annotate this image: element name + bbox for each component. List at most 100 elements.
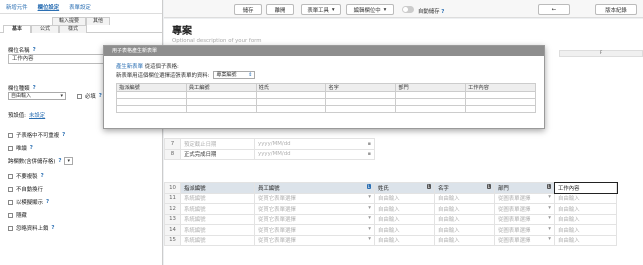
help-icon[interactable]: ? <box>46 199 49 205</box>
option-label: 隱藏 <box>16 213 27 219</box>
table-cell <box>185 91 257 99</box>
tab-basic[interactable]: 基本 <box>3 24 32 33</box>
table-cell[interactable]: 自由輸入 <box>434 213 495 225</box>
table-cell[interactable]: 系統編號 <box>180 213 255 225</box>
table-cell[interactable]: 從貫它表單選擇 ▾ <box>254 192 375 204</box>
table-cell[interactable]: 系統編號 <box>180 192 255 204</box>
source-field-select[interactable]: 專案編號 ⇕ <box>213 71 256 79</box>
table-cell[interactable]: 從圖表單選擇 ▾ <box>494 234 555 246</box>
table-cell[interactable]: 自由輸入 <box>374 224 435 236</box>
option-checkbox[interactable] <box>8 199 13 205</box>
option-checkbox[interactable] <box>8 145 13 151</box>
tab-formula[interactable]: 公式 <box>31 24 60 33</box>
tab-style[interactable]: 樣式 <box>59 24 88 33</box>
field-settings-panel: 新增元件 欄位設定 表單設定 輸入提要 其他 基本 公式 樣式 欄位名稱? 工作… <box>0 0 163 265</box>
subtable-header-cell[interactable]: 名字 L <box>434 182 495 194</box>
option-checkbox[interactable] <box>8 132 13 138</box>
dialog-col-header: 指派編號 <box>116 83 187 92</box>
calendar-icon: ▪ <box>367 151 371 158</box>
table-cell[interactable]: 自由輸入 <box>554 224 617 236</box>
table-cell <box>465 91 536 99</box>
table-cell[interactable]: 自由輸入 <box>554 192 617 204</box>
subtable-header-cell-selected[interactable]: 工作內容 <box>553 181 618 194</box>
required-checkbox[interactable] <box>77 93 82 99</box>
cell-text: 從貫它表單選擇 <box>258 206 296 213</box>
form-title[interactable]: 專案 <box>172 22 192 37</box>
table-row <box>116 105 536 113</box>
table-cell[interactable]: 系統編號 <box>180 224 255 236</box>
subtable-header-cell[interactable]: 員工編號 L <box>254 182 375 194</box>
field-name-row: 欄位名稱? <box>8 46 36 54</box>
column-header-f[interactable]: F <box>559 50 643 57</box>
help-icon[interactable]: ? <box>58 158 61 164</box>
help-icon[interactable]: ? <box>51 225 54 231</box>
auto-save-toggle[interactable] <box>402 6 414 13</box>
field-label-cell[interactable]: 正式完成日期 <box>180 148 255 160</box>
option-row: 子表格中不可重複? <box>8 131 65 139</box>
version-history-button[interactable]: 版本紀錄 <box>595 4 637 15</box>
edit-field-button[interactable]: 編輯欄位中 ▾ <box>346 4 394 15</box>
date-input-cell[interactable]: yyyy/MM/dd ▪ <box>254 138 375 150</box>
table-cell[interactable]: 自由輸入 <box>374 203 435 215</box>
table-cell[interactable]: 從圖表單選擇 ▾ <box>494 213 555 225</box>
table-cell[interactable]: 從圖表單選擇 ▾ <box>494 203 555 215</box>
table-cell[interactable]: 自由輸入 <box>434 224 495 236</box>
table-cell[interactable]: 自由輸入 <box>554 213 617 225</box>
field-label-cell[interactable]: 預定截止日期 <box>180 138 255 150</box>
tab-add-component[interactable]: 新增元件 <box>6 3 28 11</box>
source-field-value: 專案編號 <box>216 72 237 78</box>
subtable-header-cell[interactable]: 姓氏 L <box>374 182 435 194</box>
help-icon[interactable]: ? <box>33 85 36 91</box>
field-type-select[interactable]: 自由輸入 ▾ <box>8 92 66 100</box>
form-description[interactable]: Optional description of your form <box>172 38 262 44</box>
help-icon[interactable]: ? <box>62 132 65 138</box>
help-icon[interactable]: ? <box>30 145 33 151</box>
table-cell[interactable]: 從貫它表單選擇 ▾ <box>254 234 375 246</box>
help-icon[interactable]: ? <box>41 173 44 179</box>
table-row <box>116 98 536 106</box>
option-checkbox[interactable] <box>8 212 13 218</box>
table-cell[interactable]: 系統編號 <box>180 234 255 246</box>
table-cell[interactable]: 自由輸入 <box>554 234 617 246</box>
table-cell[interactable]: 從圖表單選擇 ▾ <box>494 192 555 204</box>
table-cell[interactable]: 自由輸入 <box>434 192 495 204</box>
help-icon[interactable]: ? <box>99 93 102 99</box>
dialog-title[interactable]: 用子表格產生新表單 <box>104 46 544 56</box>
date-placeholder: yyyy/MM/dd <box>258 151 291 158</box>
exit-button[interactable]: 離開 <box>266 4 294 15</box>
table-cell[interactable]: 自由輸入 <box>434 234 495 246</box>
tab-field-settings[interactable]: 欄位設定 <box>38 3 60 11</box>
form-tools-button[interactable]: 表單工具 ▾ <box>301 4 341 15</box>
default-value-link[interactable]: 未設定 <box>29 111 45 119</box>
chevron-down-icon: ▾ <box>548 236 551 243</box>
table-cell[interactable]: 從貫它表單選擇 ▾ <box>254 224 375 236</box>
table-cell[interactable]: 自由輸入 <box>374 213 435 225</box>
tab-form-settings[interactable]: 表單設定 <box>69 3 91 11</box>
tab-other[interactable]: 其他 <box>86 17 111 25</box>
table-cell[interactable]: 自由輸入 <box>434 203 495 215</box>
table-cell[interactable]: 自由輸入 <box>374 234 435 246</box>
table-cell[interactable]: 從圖表單選擇 ▾ <box>494 224 555 236</box>
subtable-header-cell[interactable]: 指派編號 <box>180 182 255 194</box>
table-cell[interactable]: 系統編號 <box>180 203 255 215</box>
help-icon[interactable]: ? <box>441 9 444 15</box>
save-button[interactable]: 儲存 <box>234 4 262 15</box>
dialog-col-header: 部門 <box>395 83 467 92</box>
option-checkbox[interactable] <box>8 173 13 179</box>
table-cell[interactable]: 從貫它表單選擇 ▾ <box>254 213 375 225</box>
span-select[interactable]: ▾ <box>64 157 74 165</box>
back-button[interactable]: ← <box>538 4 570 15</box>
create-new-form-link[interactable]: 產生新表單 <box>116 64 143 70</box>
cell-text: 從圖表單選擇 <box>498 206 531 213</box>
table-cell[interactable]: 自由輸入 <box>374 192 435 204</box>
table-cell[interactable]: 自由輸入 <box>554 203 617 215</box>
table-cell[interactable]: 從貫它表單選擇 ▾ <box>254 203 375 215</box>
header-text: 名字 <box>438 185 449 192</box>
option-checkbox[interactable] <box>8 186 13 192</box>
date-input-cell[interactable]: yyyy/MM/dd ▪ <box>254 148 375 160</box>
cell-text: 從圖表單選擇 <box>498 196 531 203</box>
subtable-header-cell[interactable]: 部門 L <box>494 182 555 194</box>
dialog-line1: 產生新表單 從這個子表格: <box>116 62 532 70</box>
option-checkbox[interactable] <box>8 225 13 231</box>
help-icon[interactable]: ? <box>33 47 36 53</box>
